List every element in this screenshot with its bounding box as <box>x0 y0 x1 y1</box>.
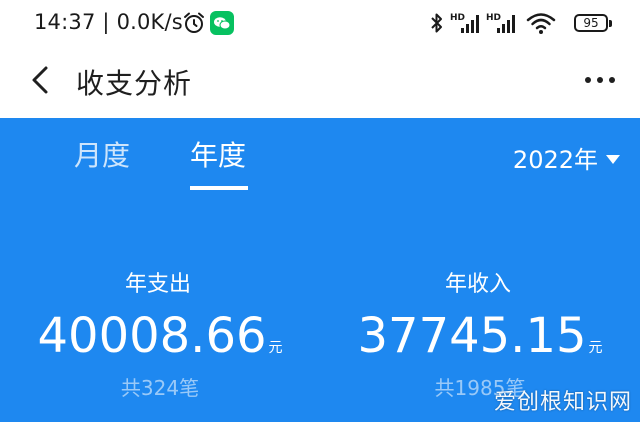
status-time: 14:37 <box>34 10 96 34</box>
year-dropdown-value: 2022年 <box>512 146 598 174</box>
annual-expense-block: 年支出 40008.66 元 共324笔 <box>0 266 320 401</box>
annual-expense-unit: 元 <box>268 340 283 356</box>
wechat-icon <box>210 11 234 35</box>
annual-income-amount-row: 37745.15 元 <box>320 308 640 364</box>
annual-income-unit: 元 <box>588 340 603 356</box>
page-title: 收支分析 <box>76 67 193 100</box>
wifi-icon <box>526 13 556 34</box>
status-time-speed: 14:37 | 0.0K/s <box>34 10 183 34</box>
signal-icon-2: HD <box>486 13 515 33</box>
signal-icon-1: HD <box>450 13 479 33</box>
annual-income-label: 年收入 <box>444 272 511 297</box>
more-dots-icon[interactable] <box>582 68 618 92</box>
year-dropdown[interactable]: 2022年 <box>513 140 620 175</box>
status-bar: 14:37 | 0.0K/s HD HD 95 <box>0 0 640 48</box>
summary-panel: 月度 年度 2022年 年支出 40008.66 元 共324笔 年收入 3774… <box>0 118 640 422</box>
alarm-clock-icon <box>184 12 204 33</box>
annual-income-amount: 37745.15 <box>357 308 587 364</box>
annual-expense-count: 共324笔 <box>120 376 200 400</box>
caret-down-icon <box>606 154 620 164</box>
active-tab-indicator <box>190 186 248 190</box>
status-icons: HD HD 95 <box>430 11 614 37</box>
tab-monthly[interactable]: 月度 <box>74 134 130 174</box>
network-speed: 0.0K/s <box>116 10 183 34</box>
annual-expense-amount-row: 40008.66 元 <box>0 308 320 364</box>
tab-yearly[interactable]: 年度 <box>190 134 246 174</box>
signal-hd-label-2: HD <box>486 13 501 23</box>
annual-income-block: 年收入 37745.15 元 共1985笔 <box>320 266 640 401</box>
signal-hd-label-1: HD <box>450 13 465 23</box>
battery-tip <box>609 20 612 27</box>
battery-icon: 95 <box>574 14 608 32</box>
battery-level: 95 <box>583 16 599 30</box>
annual-expense-amount: 40008.66 <box>37 308 267 364</box>
chevron-left-icon[interactable] <box>24 62 60 98</box>
watermark: 爱创根知识网 <box>493 390 632 415</box>
bluetooth-icon <box>431 13 442 33</box>
title-bar: 收支分析 <box>0 48 640 118</box>
annual-expense-label: 年支出 <box>124 272 191 297</box>
